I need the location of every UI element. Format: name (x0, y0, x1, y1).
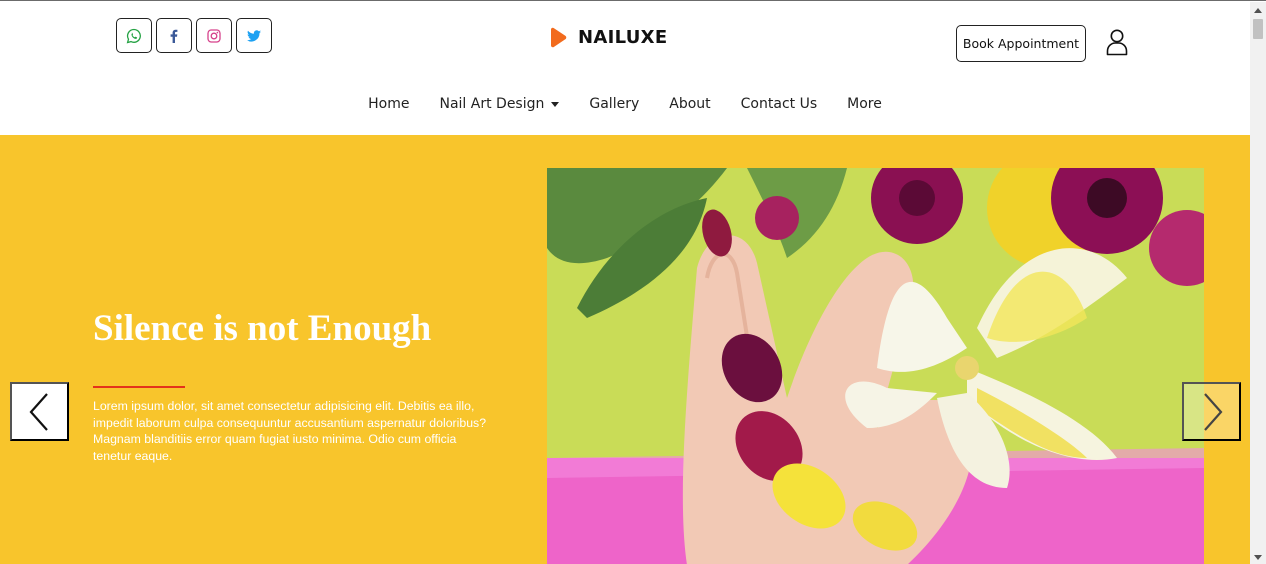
facebook-button[interactable] (156, 18, 192, 53)
nav-item-label: More (847, 96, 882, 112)
nav-item-label: Contact Us (740, 96, 818, 112)
vertical-scrollbar[interactable] (1250, 2, 1266, 564)
instagram-icon (207, 28, 221, 43)
caret-down-icon (551, 101, 560, 107)
nav-item-label: About (669, 96, 711, 112)
hero-image (547, 168, 1204, 564)
nav-item-label: Home (368, 96, 410, 112)
book-appointment-button[interactable]: Book Appointment (956, 25, 1086, 62)
nav-item-label: Nail Art Design (439, 96, 545, 112)
chevron-right-icon (1203, 392, 1222, 431)
page: NAILUXE Book Appointment Home Nail Art D… (0, 0, 1266, 564)
carousel-next-button[interactable] (1182, 382, 1241, 441)
nav-item-label: Gallery (589, 96, 640, 112)
facebook-icon (170, 29, 178, 43)
social-links (116, 18, 272, 53)
hero-carousel: Silence is not Enough Lorem ipsum dolor,… (0, 135, 1250, 564)
scroll-thumb[interactable] (1253, 19, 1263, 39)
twitter-button[interactable] (236, 18, 272, 53)
nav-item-nail-art-design[interactable]: Nail Art Design (439, 96, 560, 112)
hero-title: Silence is not Enough (93, 308, 432, 349)
brand-mark-icon (547, 26, 569, 48)
brand-name: NAILUXE (578, 26, 668, 48)
chevron-left-icon (29, 392, 48, 431)
nav-item-more[interactable]: More (847, 96, 882, 112)
site-header: NAILUXE Book Appointment Home Nail Art D… (0, 2, 1250, 135)
scroll-down-button[interactable] (1250, 549, 1266, 564)
nav-item-about[interactable]: About (669, 96, 710, 112)
whatsapp-icon (126, 28, 141, 43)
scroll-up-button[interactable] (1250, 2, 1266, 18)
brand-logo[interactable]: NAILUXE (547, 26, 667, 48)
triangle-up-icon (1254, 7, 1262, 13)
whatsapp-button[interactable] (116, 18, 152, 53)
nav-item-contact-us[interactable]: Contact Us (741, 96, 817, 112)
main-nav: Home Nail Art Design Gallery About Conta… (0, 93, 1250, 115)
hero-description: Lorem ipsum dolor, sit amet consectetur … (93, 399, 487, 463)
instagram-button[interactable] (196, 18, 232, 53)
hero-divider (93, 386, 185, 388)
nav-item-gallery[interactable]: Gallery (589, 96, 639, 112)
carousel-prev-button[interactable] (10, 382, 69, 441)
user-icon[interactable] (1105, 28, 1129, 56)
triangle-down-icon (1254, 554, 1262, 560)
nav-item-home[interactable]: Home (368, 96, 409, 112)
twitter-icon (247, 29, 261, 41)
